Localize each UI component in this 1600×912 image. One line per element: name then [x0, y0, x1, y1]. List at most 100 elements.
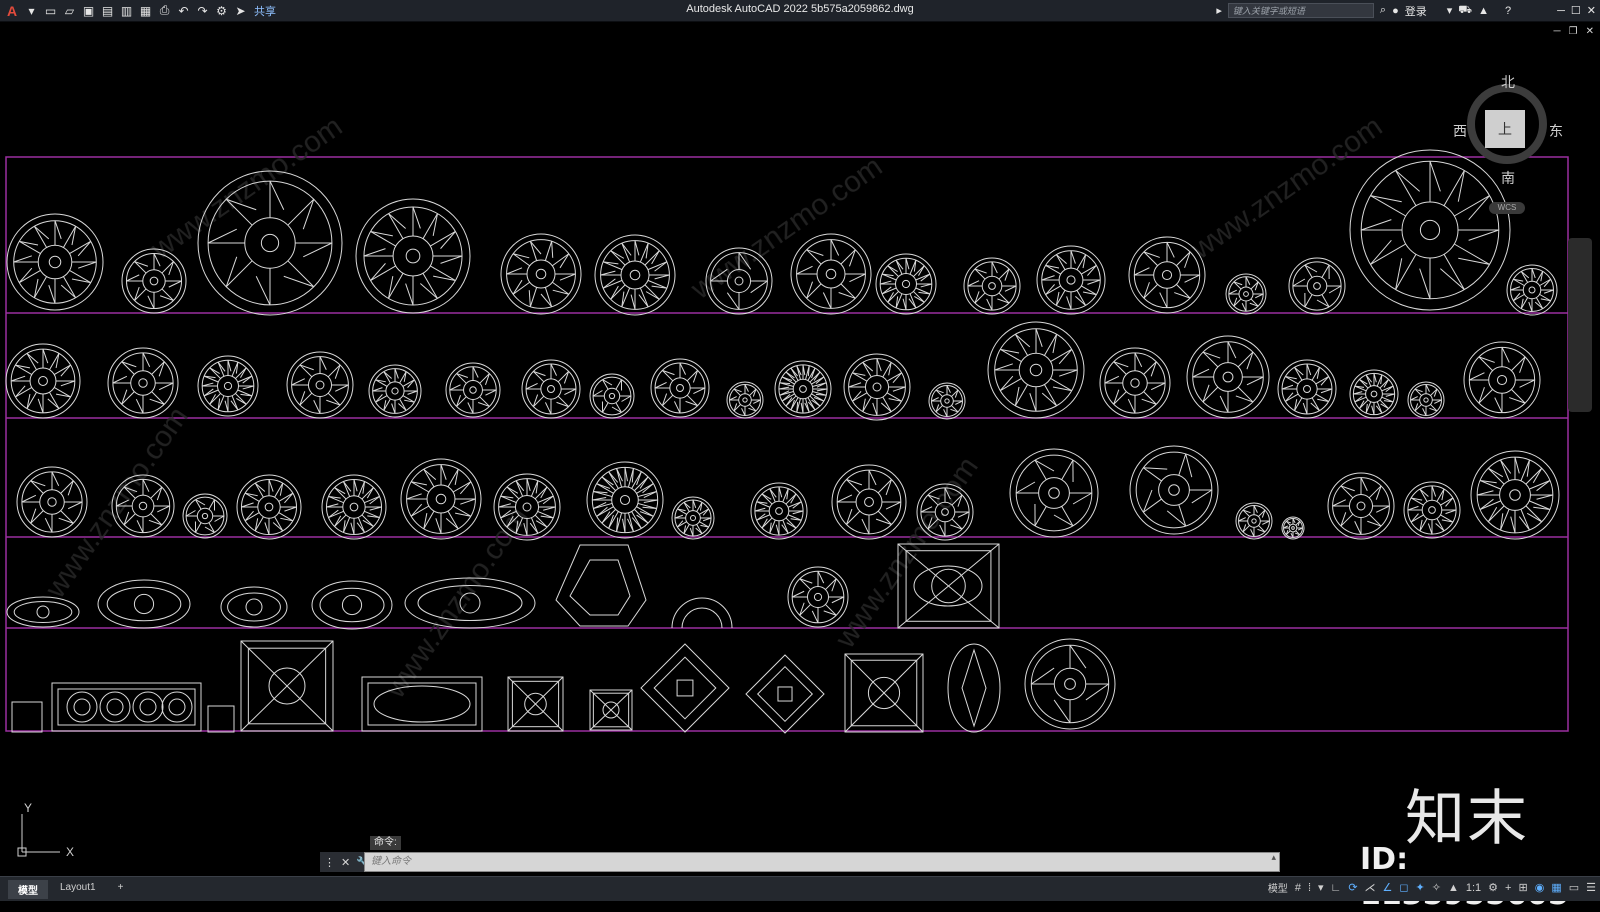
command-input[interactable]: 键入命令 [364, 852, 1280, 872]
medallion-petal-edge [388, 214, 405, 229]
ortho-icon[interactable]: ∟ [1331, 882, 1342, 894]
plot-preview-icon[interactable]: ▦ [138, 3, 153, 18]
close-icon[interactable]: ✕ [1587, 4, 1596, 17]
search-input[interactable]: 键入关键字或短语 [1228, 3, 1374, 18]
autocad-app-icon[interactable]: A [4, 3, 20, 18]
medallion-petal-edge [126, 275, 139, 281]
grip-icon[interactable]: ⋮ [324, 856, 335, 869]
compass-south[interactable]: 南 [1501, 168, 1515, 188]
autoscale-icon[interactable]: ✧ [1432, 881, 1441, 894]
app-menu-chevron-icon[interactable]: ▾ [24, 3, 39, 18]
medallion-petal-edge [1015, 334, 1029, 347]
medallion-petal-edge [1192, 490, 1212, 503]
annotation-monitor-icon[interactable]: + [1505, 882, 1511, 894]
medallion-petal-edge [631, 295, 635, 310]
viewcube-top-face[interactable]: 上 [1485, 110, 1525, 148]
search-icon[interactable]: ⌕ [1380, 4, 1386, 17]
medallion-petal-edge [364, 249, 385, 256]
print-icon[interactable]: ⎙ [157, 3, 172, 18]
viewcube[interactable]: 上 北 南 西 东 WCS [1455, 74, 1565, 204]
polar-icon[interactable]: ⟳ [1348, 881, 1357, 894]
undo-icon[interactable]: ↶ [176, 3, 191, 18]
medallion-core [38, 245, 72, 279]
grid-icon[interactable]: # [1295, 882, 1301, 894]
annotation-visibility-icon[interactable]: ✦ [1416, 881, 1425, 894]
medallion-petal-edge [643, 484, 654, 493]
minimize-icon[interactable]: ─ [1557, 5, 1565, 17]
medallion-core [1402, 202, 1458, 258]
tab-model[interactable]: 模型 [8, 880, 48, 899]
snap-icon[interactable]: ⁞ [1308, 882, 1311, 894]
medallion-core [40, 490, 65, 515]
model-space-button[interactable]: 模型 [1268, 880, 1288, 895]
medallion-petal-edge [1311, 403, 1320, 411]
maximize-icon[interactable]: ☐ [1571, 4, 1581, 17]
medallion-core [197, 508, 212, 523]
medallion-center [609, 393, 614, 398]
isodraft-icon[interactable]: ⋌ [1365, 881, 1376, 894]
compass-east[interactable]: 东 [1549, 121, 1563, 141]
medallion-petal-edge [241, 503, 253, 507]
tab-layout1[interactable]: Layout1 [50, 880, 106, 899]
share-icon[interactable]: ➤ [233, 3, 248, 18]
medallion-petal-edge [22, 495, 36, 502]
medallion-petal-edge [529, 290, 530, 307]
expand-arrow-icon[interactable]: ▸ [1216, 4, 1222, 17]
customization-menu-icon[interactable]: ☰ [1586, 881, 1596, 894]
units-icon[interactable]: ⊞ [1518, 881, 1527, 894]
autodesk-icon[interactable]: ▲ [1478, 5, 1489, 17]
clean-screen-icon[interactable]: ▭ [1569, 881, 1579, 894]
drawing-canvas[interactable]: www.znzmo.com www.znzmo.com www.znzmo.co… [0, 22, 1600, 852]
new-icon[interactable]: ▭ [43, 3, 58, 18]
save-icon[interactable]: ▣ [81, 3, 96, 18]
medallion-core [612, 487, 639, 514]
osnap-tracking-icon[interactable]: ∠ [1383, 881, 1393, 894]
user-icon[interactable]: ● [1392, 5, 1399, 17]
share-label[interactable]: 共享 [254, 3, 276, 19]
osnap-icon[interactable]: ◻ [1399, 881, 1408, 894]
medallion-petal-edge [1446, 498, 1453, 506]
panel-circle [100, 692, 130, 722]
workspace-gear-icon[interactable]: ⚙ [1488, 881, 1498, 894]
medallion-petal-edge [1420, 269, 1430, 299]
medallion-center [265, 503, 273, 511]
compass-north[interactable]: 北 [1501, 72, 1515, 92]
login-chevron-icon[interactable]: ▾ [1447, 4, 1453, 17]
medallion-petal-edge [34, 226, 48, 239]
command-close-icon[interactable]: ✕ [341, 856, 350, 869]
medallion-spoke [634, 509, 648, 523]
wcs-menu[interactable]: WCS [1489, 202, 1525, 214]
login-label[interactable]: 登录 [1405, 3, 1427, 19]
annotation-scale-icon[interactable]: ▲ [1448, 882, 1459, 894]
annotation-scale-label[interactable]: 1:1 [1466, 882, 1481, 894]
open-icon[interactable]: ▱ [62, 3, 77, 18]
medallion-center [523, 503, 531, 511]
medallion-center [139, 379, 147, 387]
cart-icon[interactable]: ⛟ [1458, 4, 1472, 18]
compass-west[interactable]: 西 [1453, 121, 1467, 141]
medallion-petal-edge [1440, 269, 1464, 290]
status-bar: 模型 Layout1 + 模型 # ⁞ ▾ ∟ ⟳ ⋌ ∠ ◻ ✦ ✧ ▲ 1:… [0, 876, 1600, 901]
add-layout-icon[interactable]: + [108, 880, 134, 899]
medallion-petal-edge [27, 353, 38, 363]
isolate-objects-icon[interactable]: ◉ [1535, 881, 1545, 894]
panel-circle [162, 692, 192, 722]
publish-icon[interactable]: ▥ [119, 3, 134, 18]
help-icon[interactable]: ? [1505, 5, 1511, 17]
navigation-bar[interactable] [1568, 238, 1592, 412]
hardware-acceleration-icon[interactable]: ▦ [1551, 881, 1561, 894]
redo-icon[interactable]: ↷ [195, 3, 210, 18]
medallion-petal-edge [727, 293, 739, 310]
medallion-petal-edge [987, 299, 992, 310]
saveas-icon[interactable]: ▤ [100, 3, 115, 18]
workspace-icon[interactable]: ⚙ [214, 3, 229, 18]
medallion-core [896, 274, 917, 295]
command-history-caret-icon[interactable]: ▴ [1271, 852, 1276, 863]
medallion-petal-edge [256, 276, 270, 305]
medallion-petal-edge [1303, 403, 1307, 414]
snap-chevron-icon[interactable]: ▾ [1318, 881, 1324, 894]
medallion-petal-edge [460, 482, 470, 494]
medallion-petal-edge [441, 256, 462, 263]
oval-center [246, 599, 262, 615]
medallion-petal-edge [446, 518, 458, 528]
